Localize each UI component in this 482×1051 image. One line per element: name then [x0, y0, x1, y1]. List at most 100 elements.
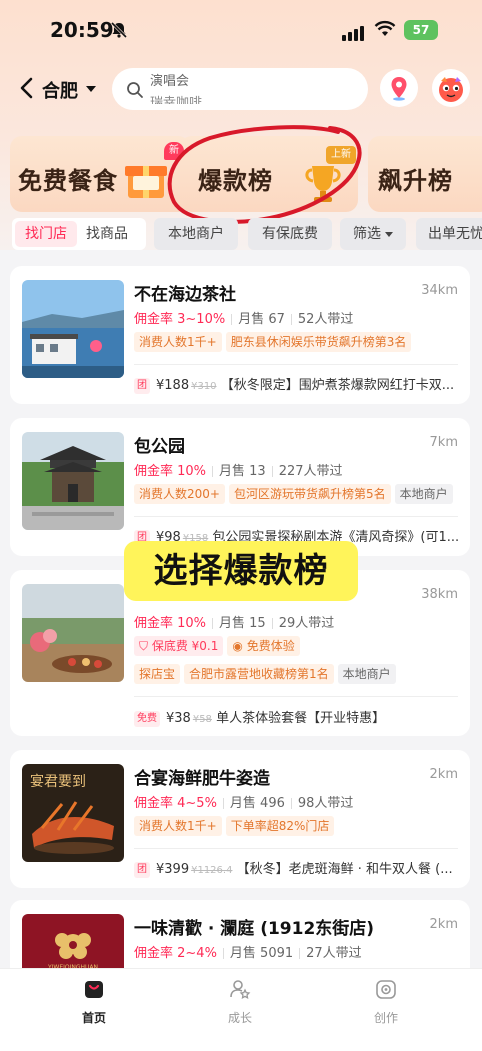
- store-distance: 34km: [421, 283, 458, 298]
- deal-line[interactable]: 团 ¥399 ¥1126.4 【秋冬】老虎斑海鲜 · 和牛双人餐 (...: [134, 858, 460, 878]
- deal-original-price: ¥58: [192, 714, 212, 725]
- store-stats: 佣金率 3~10% 月售 67 52人带过: [134, 308, 353, 327]
- deal-line[interactable]: 团 ¥188 ¥310 【秋冬限定】围炉煮茶爆款网红打卡双...: [134, 374, 460, 394]
- promoter-count: 227人带过: [278, 464, 343, 479]
- min-fee-badge: ⛉ 保底费 ¥0.1: [134, 636, 224, 656]
- tag: 消费人数1千+: [134, 816, 222, 836]
- back-arrow-icon[interactable]: [16, 76, 38, 100]
- promoter-count: 52人带过: [297, 312, 354, 327]
- gift-box-icon: [125, 166, 167, 198]
- monthly-sales: 月售 496: [229, 796, 285, 811]
- filter-order-guarantee[interactable]: 出单无忧: [416, 218, 482, 250]
- deal-price: ¥38: [166, 711, 191, 726]
- commission-rate: 佣金率 10%: [134, 616, 207, 631]
- search-placeholder: 演唱会: [150, 74, 190, 89]
- overlay-caption: 选择爆款榜: [124, 541, 358, 601]
- tag: 包河区游玩带货飙升榜第5名: [228, 484, 391, 504]
- wifi-icon: [374, 20, 396, 36]
- deal-type-badge: 免费: [134, 711, 160, 727]
- store-stats: 佣金率 10% 月售 15 29人带过: [134, 612, 334, 631]
- store-name: 合宴海鲜肥牛姿造: [134, 769, 270, 789]
- location-button[interactable]: [380, 69, 418, 107]
- tag: 肥东县休闲娱乐带货飙升榜第3名: [225, 332, 412, 352]
- thumbnail-text: 宴君要到: [30, 773, 86, 790]
- deal-type-badge: 团: [134, 862, 150, 878]
- tag: 本地商户: [337, 664, 396, 684]
- ranking-label: 爆款榜: [198, 167, 273, 195]
- ranking-rising-list[interactable]: 飙升榜: [368, 136, 482, 212]
- divider: [134, 516, 458, 517]
- store-stats: 佣金率 10% 月售 13 227人带过: [134, 460, 343, 479]
- store-stats: 佣金率 4~5% 月售 496 98人带过: [134, 792, 353, 811]
- cellular-signal-icon: [342, 22, 366, 41]
- coin-icon: ◉: [232, 639, 243, 653]
- deal-title: 【秋冬】老虎斑海鲜 · 和牛双人餐 (...: [236, 862, 453, 877]
- ranking-free-meals[interactable]: 免费餐食: [10, 136, 190, 212]
- store-thumbnail: [22, 584, 124, 682]
- ranking-shortcuts: 免费餐食 爆款榜 飙升榜: [0, 136, 482, 212]
- tab-growth[interactable]: 成长: [210, 977, 270, 1026]
- top-navigation: 合肥 演唱会 瑞幸咖啡: [0, 66, 482, 112]
- store-thumbnail: [22, 432, 124, 530]
- city-selector[interactable]: 合肥: [42, 77, 78, 103]
- map-pin-icon: [391, 77, 407, 101]
- filter-local-merchant[interactable]: 本地商户: [154, 218, 238, 250]
- tag: 本地商户: [394, 484, 453, 504]
- deal-title: 【秋冬限定】围炉煮茶爆款网红打卡双...: [220, 378, 455, 393]
- search-placeholder-next: 瑞幸咖啡: [150, 96, 203, 104]
- store-distance: 2km: [429, 767, 458, 782]
- deal-line[interactable]: 免费 ¥38 ¥58 单人茶体验套餐【开业特惠】: [134, 707, 460, 727]
- store-card[interactable]: 包公园 7km 佣金率 10% 月售 13 227人带过 消费人数200+ 包河区游玩…: [10, 418, 470, 556]
- filter-min-fee[interactable]: 有保底费: [248, 218, 332, 250]
- tag: 探店宝: [134, 664, 181, 684]
- store-name: 包公园: [134, 437, 185, 457]
- store-card[interactable]: 宴君要到 合宴海鲜肥牛姿造 2km 佣金率 4~5% 月售 496 98人带过 消费…: [10, 750, 470, 888]
- store-tags: 消费人数1千+ 下单率超82%门店: [134, 816, 338, 836]
- search-input[interactable]: 演唱会 瑞幸咖啡: [112, 68, 368, 110]
- store-distance: 7km: [429, 435, 458, 450]
- shield-icon: ⛉: [139, 639, 149, 653]
- promoter-count: 98人带过: [297, 796, 354, 811]
- store-tags: 消费人数200+ 包河区游玩带货飙升榜第5名 本地商户: [134, 484, 457, 504]
- bell-muted-icon: [110, 21, 128, 39]
- search-icon: [127, 82, 143, 98]
- monthly-sales: 月售 5091: [229, 946, 294, 961]
- deal-price: ¥399: [156, 862, 190, 877]
- min-fee-label: 保底费 ¥0.1: [151, 639, 219, 653]
- store-badges: ⛉ 保底费 ¥0.1 ◉ 免费体验: [134, 636, 304, 656]
- store-thumbnail: 宴君要到: [22, 764, 124, 862]
- new-badge: 新: [164, 142, 184, 160]
- deal-original-price: ¥1126.4: [191, 865, 233, 876]
- store-tags: 消费人数1千+ 肥东县休闲娱乐带货飙升榜第3名: [134, 332, 415, 352]
- mascot-avatar-icon: [439, 77, 463, 102]
- chevron-down-icon[interactable]: [86, 86, 96, 92]
- tab-label: 创作: [373, 1011, 398, 1025]
- store-name: 一味清歡 · 瀾庭 (1912东街店): [134, 919, 375, 939]
- store-thumbnail: [22, 280, 124, 378]
- home-bag-icon: [85, 981, 103, 998]
- divider: [134, 848, 458, 849]
- store-card[interactable]: 不在海边茶社 34km 佣金率 3~10% 月售 67 52人带过 消费人数1千+ 肥…: [10, 266, 470, 404]
- monthly-sales: 月售 13: [219, 464, 266, 479]
- commission-rate: 佣金率 3~10%: [134, 312, 226, 327]
- tab-create[interactable]: 创作: [356, 977, 416, 1026]
- store-distance: 38km: [421, 587, 458, 602]
- filter-more-button[interactable]: 筛选: [340, 218, 406, 250]
- tab-label: 成长: [227, 1011, 252, 1025]
- tab-find-products[interactable]: 找商品: [86, 221, 144, 247]
- tag: 消费人数200+: [134, 484, 225, 504]
- commission-rate: 佣金率 10%: [134, 464, 207, 479]
- tab-find-stores[interactable]: 找门店: [15, 221, 77, 247]
- promoter-count: 27人带过: [306, 946, 362, 961]
- tab-label: 首页: [81, 1011, 106, 1025]
- tab-home[interactable]: 首页: [64, 977, 124, 1026]
- tag: 合肥市露营地收藏榜第1名: [184, 664, 334, 684]
- deal-original-price: ¥310: [191, 381, 217, 392]
- filter-more-label: 筛选: [353, 226, 381, 242]
- divider: [134, 696, 458, 697]
- divider: [134, 364, 458, 365]
- status-time: 20:59: [50, 18, 114, 42]
- growth-icon: [230, 980, 251, 1000]
- promoter-count: 29人带过: [278, 616, 335, 631]
- avatar[interactable]: [432, 69, 470, 107]
